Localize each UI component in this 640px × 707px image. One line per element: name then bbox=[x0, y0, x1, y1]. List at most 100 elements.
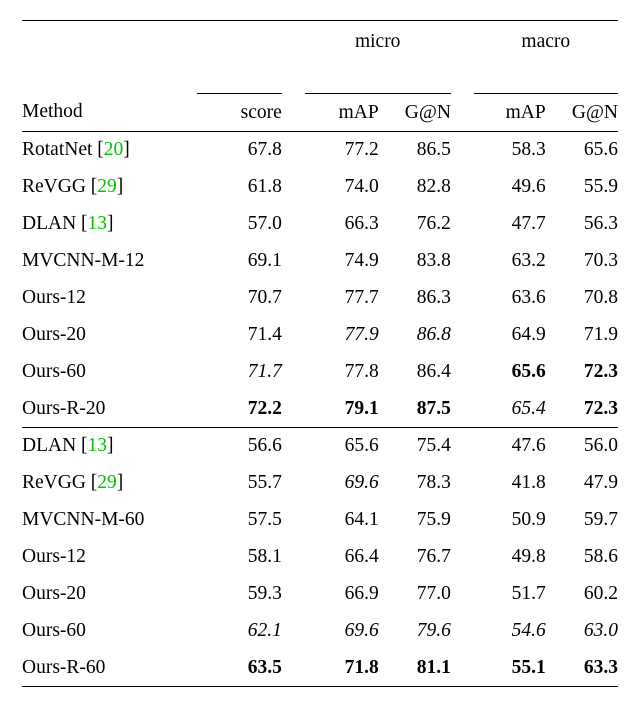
macro-map-cell: 64.9 bbox=[474, 317, 546, 354]
method-cell: Ours-R-20 bbox=[22, 391, 197, 428]
macro-map-cell: 63.6 bbox=[474, 280, 546, 317]
cmid bbox=[546, 57, 618, 94]
gap bbox=[282, 169, 305, 206]
macro-gn-cell: 58.6 bbox=[546, 539, 618, 576]
micro-gn-cell: 76.7 bbox=[379, 539, 451, 576]
macro-map-cell: 47.7 bbox=[474, 206, 546, 243]
cmid bbox=[305, 57, 379, 94]
macro-map-cell: 63.2 bbox=[474, 243, 546, 280]
macro-gn-cell: 72.3 bbox=[546, 354, 618, 391]
micro-map-cell: 66.4 bbox=[305, 539, 379, 576]
score-cell: 61.8 bbox=[197, 169, 282, 206]
citation[interactable]: 29 bbox=[97, 176, 117, 197]
micro-gn-cell: 75.9 bbox=[379, 502, 451, 539]
cmid bbox=[379, 57, 451, 94]
macro-gn-cell: 65.6 bbox=[546, 132, 618, 169]
gap bbox=[451, 502, 474, 539]
micro-gn-cell: 79.6 bbox=[379, 613, 451, 650]
header-method: Method bbox=[22, 94, 197, 132]
score-cell: 55.7 bbox=[197, 465, 282, 502]
gap bbox=[451, 613, 474, 650]
gap bbox=[282, 57, 305, 94]
gap bbox=[451, 650, 474, 687]
header-group-macro: macro bbox=[474, 25, 618, 57]
blank bbox=[22, 25, 197, 57]
citation[interactable]: 13 bbox=[88, 213, 108, 234]
score-cell: 56.6 bbox=[197, 428, 282, 465]
gap bbox=[282, 25, 305, 57]
score-cell: 70.7 bbox=[197, 280, 282, 317]
results-table: micromacroMethodscoremAPG@NmAPG@NRotatNe… bbox=[22, 20, 618, 687]
micro-map-cell: 77.7 bbox=[305, 280, 379, 317]
score-cell: 57.0 bbox=[197, 206, 282, 243]
method-cell: Ours-12 bbox=[22, 539, 197, 576]
micro-map-cell: 74.9 bbox=[305, 243, 379, 280]
table-row: MVCNN-M-6057.564.175.950.959.7 bbox=[22, 502, 618, 539]
method-cell: ReVGG [29] bbox=[22, 169, 197, 206]
macro-map-cell: 50.9 bbox=[474, 502, 546, 539]
blank bbox=[22, 57, 197, 94]
table-row: RotatNet [20]67.877.286.558.365.6 bbox=[22, 132, 618, 169]
micro-gn-cell: 82.8 bbox=[379, 169, 451, 206]
gap bbox=[451, 169, 474, 206]
score-cell: 72.2 bbox=[197, 391, 282, 428]
micro-map-cell: 69.6 bbox=[305, 613, 379, 650]
macro-map-cell: 49.8 bbox=[474, 539, 546, 576]
gap bbox=[282, 354, 305, 391]
micro-gn-cell: 86.5 bbox=[379, 132, 451, 169]
header-macro-map: mAP bbox=[474, 94, 546, 132]
macro-map-cell: 65.4 bbox=[474, 391, 546, 428]
table-row: ReVGG [29]61.874.082.849.655.9 bbox=[22, 169, 618, 206]
gap bbox=[451, 576, 474, 613]
gap bbox=[451, 539, 474, 576]
table-row: DLAN [13]57.066.376.247.756.3 bbox=[22, 206, 618, 243]
micro-map-cell: 69.6 bbox=[305, 465, 379, 502]
gap bbox=[282, 280, 305, 317]
table-row: DLAN [13]56.665.675.447.656.0 bbox=[22, 428, 618, 465]
gap bbox=[451, 57, 474, 94]
macro-gn-cell: 56.0 bbox=[546, 428, 618, 465]
table-row: Ours-R-2072.279.187.565.472.3 bbox=[22, 391, 618, 428]
header-group-micro: micro bbox=[305, 25, 451, 57]
citation[interactable]: 13 bbox=[88, 435, 108, 456]
gap bbox=[282, 132, 305, 169]
gap bbox=[282, 243, 305, 280]
method-cell: ReVGG [29] bbox=[22, 465, 197, 502]
method-cell: Ours-R-60 bbox=[22, 650, 197, 687]
method-cell: Ours-20 bbox=[22, 317, 197, 354]
method-cell: Ours-20 bbox=[22, 576, 197, 613]
method-cell: MVCNN-M-60 bbox=[22, 502, 197, 539]
gap bbox=[282, 576, 305, 613]
score-cell: 71.4 bbox=[197, 317, 282, 354]
macro-gn-cell: 72.3 bbox=[546, 391, 618, 428]
method-cell: MVCNN-M-12 bbox=[22, 243, 197, 280]
cmid bbox=[197, 57, 282, 94]
method-cell: RotatNet [20] bbox=[22, 132, 197, 169]
micro-gn-cell: 87.5 bbox=[379, 391, 451, 428]
table-row: Ours-1270.777.786.363.670.8 bbox=[22, 280, 618, 317]
table-row: MVCNN-M-1269.174.983.863.270.3 bbox=[22, 243, 618, 280]
score-cell: 63.5 bbox=[197, 650, 282, 687]
macro-gn-cell: 70.8 bbox=[546, 280, 618, 317]
cmid bbox=[474, 57, 546, 94]
score-cell: 59.3 bbox=[197, 576, 282, 613]
macro-map-cell: 55.1 bbox=[474, 650, 546, 687]
gap bbox=[451, 317, 474, 354]
micro-gn-cell: 75.4 bbox=[379, 428, 451, 465]
gap bbox=[282, 206, 305, 243]
citation[interactable]: 20 bbox=[104, 139, 124, 160]
gap bbox=[282, 94, 305, 132]
header-micro-gn: G@N bbox=[379, 94, 451, 132]
gap bbox=[282, 428, 305, 465]
method-cell: DLAN [13] bbox=[22, 428, 197, 465]
gap bbox=[451, 25, 474, 57]
score-cell: 62.1 bbox=[197, 613, 282, 650]
gap bbox=[282, 465, 305, 502]
macro-gn-cell: 59.7 bbox=[546, 502, 618, 539]
citation[interactable]: 29 bbox=[97, 472, 117, 493]
micro-map-cell: 77.9 bbox=[305, 317, 379, 354]
micro-gn-cell: 83.8 bbox=[379, 243, 451, 280]
macro-map-cell: 47.6 bbox=[474, 428, 546, 465]
macro-map-cell: 58.3 bbox=[474, 132, 546, 169]
gap bbox=[451, 132, 474, 169]
